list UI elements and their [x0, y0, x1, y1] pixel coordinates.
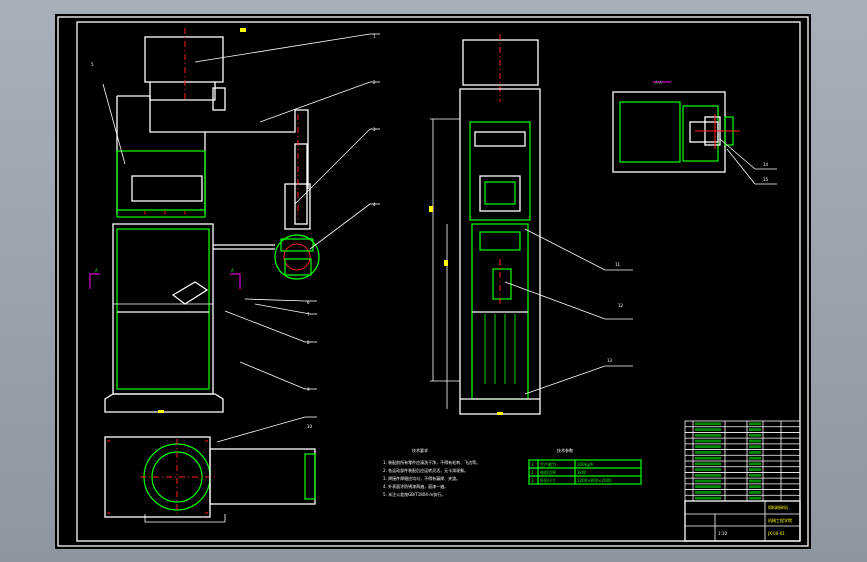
balloon-10: 10: [307, 424, 313, 429]
drawing-canvas: A A 1 2 3 4 5 6 7 8 9 10 11 12 13 A-A 14…: [57, 16, 809, 547]
param-2-name: 电机功率: [540, 469, 556, 475]
bom-cell-fill: [695, 468, 721, 471]
drawing-number: JX-00-01: [767, 531, 785, 536]
notes-title: 技术要求: [412, 447, 428, 453]
bom-cell-fill: [749, 445, 761, 449]
bom-table: [684, 420, 801, 502]
bom-cell-fill: [749, 428, 761, 431]
bom-cell-fill: [749, 422, 761, 426]
bom-cell-fill: [749, 462, 761, 466]
bom-cell-fill: [749, 439, 761, 443]
bom-cell-fill: [695, 485, 721, 489]
scale-value: 1:10: [718, 531, 727, 536]
note-1: 1. 装配前所有零件应清洗干净，不得有毛刺、飞边等。: [383, 459, 480, 465]
param-1-name: 生产能力: [540, 461, 556, 467]
param-1-no: 1: [531, 462, 534, 467]
balloon-8: 8: [307, 340, 310, 345]
front-view: A A: [89, 28, 320, 413]
balloon-5: 5: [91, 62, 94, 67]
bom-cell-fill: [749, 479, 761, 483]
param-2-no: 2: [531, 470, 534, 475]
leaders-front: [102, 33, 380, 443]
balloon-13: 13: [607, 358, 613, 363]
bom-cell-fill: [749, 473, 761, 477]
bom-cell-fill: [749, 485, 761, 489]
balloon-11: 11: [615, 262, 621, 267]
bom-cell-fill: [695, 456, 721, 460]
bom-cell-fill: [695, 451, 721, 454]
title-block: 饲料粉碎机 机械工程学院 JX-00-01 1:10: [684, 500, 801, 542]
balloon-4: 4: [373, 202, 376, 207]
bom-cell-fill: [749, 451, 761, 454]
drawing-sheet[interactable]: A A 1 2 3 4 5 6 7 8 9 10 11 12 13 A-A 14…: [55, 14, 811, 549]
bom-cell-fill: [695, 445, 721, 449]
note-3: 3. 焊接件焊缝应均匀，不得有漏焊、夹渣。: [383, 475, 460, 481]
bom-cell-fill: [749, 496, 761, 500]
balloon-7: 7: [307, 312, 310, 317]
balloon-2: 2: [373, 80, 376, 85]
bom-cell-fill: [695, 496, 721, 500]
bom-cell-fill: [695, 428, 721, 431]
bom-cell-fill: [749, 433, 761, 437]
bom-cell-fill: [749, 491, 761, 494]
bom-cell-fill: [695, 473, 721, 477]
balloon-14: 14: [763, 162, 769, 167]
drawing-title: 饲料粉碎机: [768, 504, 788, 510]
bom-cell-fill: [749, 456, 761, 460]
balloon-15: 15: [763, 177, 769, 182]
bom-cell-fill: [695, 439, 721, 443]
note-2: 2. 各运动部件装配后应运转灵活，无卡滞现象。: [383, 467, 468, 473]
balloon-3: 3: [373, 127, 376, 132]
param-3-name: 外形尺寸: [540, 477, 556, 483]
section-mark-a-left: A: [95, 268, 98, 273]
param-2-value: 3kW: [577, 470, 586, 475]
side-view: [429, 34, 541, 415]
balloon-9: 9: [307, 387, 310, 392]
company-name: 机械工程学院: [768, 517, 792, 523]
bom-cell-fill: [695, 422, 721, 426]
note-5: 5. 未注公差按GB/T1804-m执行。: [383, 491, 445, 497]
bom-cell-fill: [695, 433, 721, 437]
leaders-section: [719, 138, 777, 185]
section-a-a-view: A-A: [612, 80, 740, 173]
bom-cell-fill: [695, 491, 721, 494]
section-mark-a-right: A: [231, 268, 234, 273]
param-3-value: 1200×800×2000: [577, 478, 612, 483]
bom-cell-fill: [695, 462, 721, 466]
param-3-no: 3: [531, 478, 534, 483]
balloon-12: 12: [618, 303, 624, 308]
top-view: [104, 436, 316, 523]
bom-cell-fill: [695, 479, 721, 483]
parameter-table: 技术参数 1 生产能力 200kg/h 2 电机功率 3kW 3 外形尺寸 12…: [528, 447, 642, 485]
note-4: 4. 外表面涂防锈漆两遍，面漆一遍。: [383, 483, 448, 489]
param-1-value: 200kg/h: [577, 462, 594, 467]
bom-cell-fill: [749, 468, 761, 471]
params-title: 技术参数: [557, 447, 573, 453]
technical-notes: 技术要求 1. 装配前所有零件应清洗干净，不得有毛刺、飞边等。 2. 各运动部件…: [383, 447, 480, 497]
balloon-1: 1: [373, 34, 376, 39]
